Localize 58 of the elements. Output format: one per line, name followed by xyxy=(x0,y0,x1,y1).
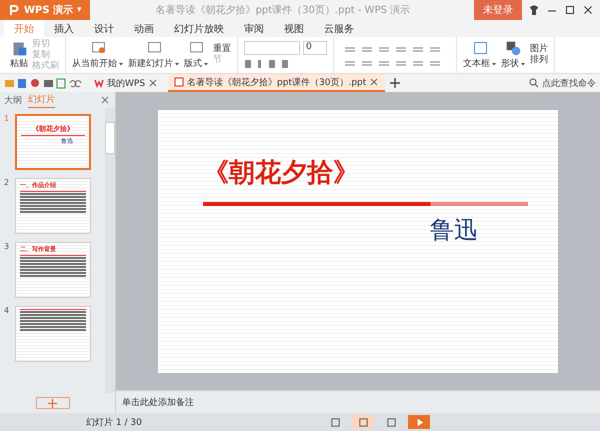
slide-title: 《朝花夕拾》 xyxy=(203,156,360,190)
view-icon xyxy=(386,416,396,428)
tool-button[interactable]: 从当前开始 xyxy=(72,40,124,70)
text-box-icon xyxy=(472,40,488,57)
skin-icon[interactable] xyxy=(528,4,540,16)
caret-icon xyxy=(118,60,124,66)
presentation-file-icon xyxy=(174,77,184,87)
window-title: 名著导读《朝花夕拾》ppt课件（30页）.ppt - WPS 演示 xyxy=(154,4,412,17)
view-icon xyxy=(358,416,368,428)
slide-number: 3 xyxy=(4,242,10,253)
close-icon[interactable] xyxy=(148,78,158,88)
slide-author: 鲁迅 xyxy=(430,214,478,246)
slide-counter: 幻灯片 1 / 30 xyxy=(86,416,142,428)
slide-number: 1 xyxy=(4,114,10,125)
plus-icon xyxy=(47,398,58,408)
tool-button[interactable]: 形状 xyxy=(501,40,526,70)
w-logo-icon xyxy=(94,78,104,88)
shapes-icon xyxy=(505,40,522,57)
quick-access-icon[interactable] xyxy=(4,77,84,89)
tool-button[interactable]: 版式 xyxy=(184,40,209,70)
slide-number: 2 xyxy=(4,178,10,189)
menu-tab[interactable]: 动画 xyxy=(124,20,164,37)
menu-tab[interactable]: 审阅 xyxy=(234,20,274,37)
logo-icon xyxy=(8,4,20,16)
document-tab[interactable]: 名著导读《朝花夕拾》ppt课件（30页）.ppt xyxy=(168,74,386,92)
menu-tab[interactable]: 云服务 xyxy=(314,20,364,37)
caret-icon xyxy=(203,60,209,66)
slide-number: 4 xyxy=(4,306,10,317)
search-icon xyxy=(529,78,539,88)
close-icon[interactable] xyxy=(369,77,380,87)
reset-button[interactable]: 重置 xyxy=(213,44,231,55)
add-tab-icon[interactable] xyxy=(389,77,402,89)
slide-thumbnail[interactable] xyxy=(15,306,91,362)
caret-icon xyxy=(491,60,497,66)
menu-tab[interactable]: 幻灯片放映 xyxy=(164,20,234,37)
maximize-icon[interactable] xyxy=(564,4,576,16)
add-slide-button[interactable] xyxy=(36,397,70,409)
clipboard-icon xyxy=(10,40,28,57)
menu-tab[interactable]: 设计 xyxy=(84,20,124,37)
view-icon xyxy=(330,416,340,428)
document-tab[interactable]: 我的WPS xyxy=(88,74,164,92)
caret-icon xyxy=(174,60,180,66)
menu-tab[interactable]: 插入 xyxy=(44,20,84,37)
scrollbar[interactable] xyxy=(105,108,115,393)
command-search-field[interactable]: 点此查找命令 xyxy=(529,76,596,90)
close-icon[interactable] xyxy=(582,4,594,16)
paste-button[interactable]: 粘贴 xyxy=(10,40,28,70)
font-name-field[interactable] xyxy=(244,40,300,54)
view-button[interactable] xyxy=(352,415,374,429)
tool-button[interactable]: 图片 xyxy=(530,44,548,55)
view-button[interactable] xyxy=(408,415,430,429)
tool-button[interactable]: 文本框 xyxy=(463,40,497,70)
tool-button[interactable]: 新建幻灯片 xyxy=(128,40,180,70)
tool-button[interactable]: 排列 xyxy=(530,55,548,66)
caret-icon xyxy=(520,60,526,66)
font-size-field[interactable]: 0 xyxy=(303,40,327,54)
menu-tab[interactable]: 视图 xyxy=(274,20,314,37)
pane-tab[interactable]: 大纲 xyxy=(4,92,22,108)
